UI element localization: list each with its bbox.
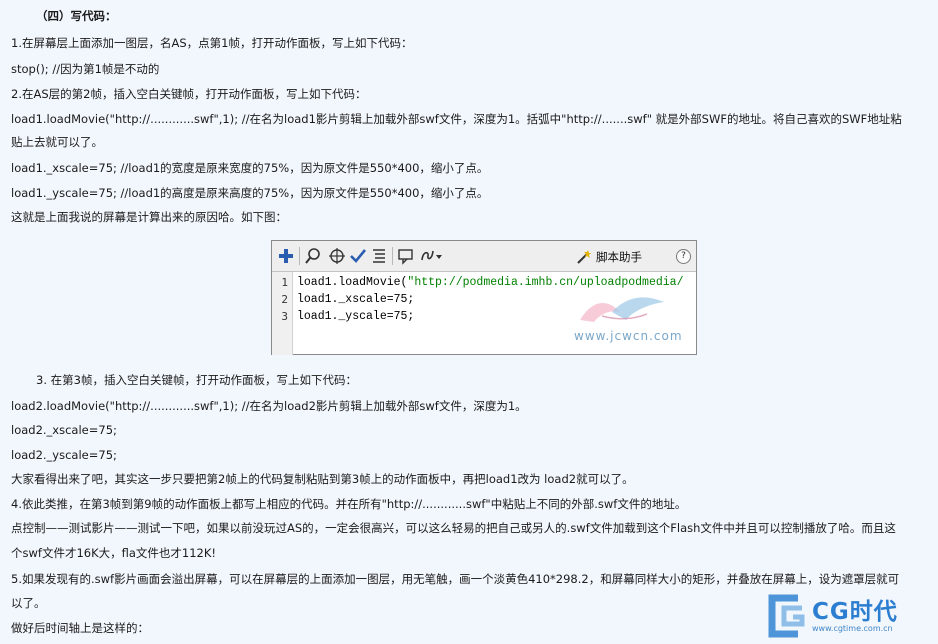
cgtime-logo-url: www.cgtime.com.cn <box>812 624 893 633</box>
script-assist-button[interactable]: 脚本助手 <box>576 249 642 265</box>
script-assist-label: 脚本助手 <box>596 250 642 264</box>
actions-toolbar: 脚本助手 ? <box>272 241 696 272</box>
code-line-1-call: load1.loadMovie( <box>297 276 408 289</box>
toolbar-separator <box>299 247 300 265</box>
cgtime-logo-mark <box>768 594 805 638</box>
find-icon[interactable] <box>304 247 322 265</box>
code-line-2: load1._xscale=75; <box>297 293 415 306</box>
toolbar-separator <box>392 247 393 265</box>
add-icon[interactable] <box>277 247 295 265</box>
paragraph-timeline-intro: 做好后时间轴上是这样的： <box>11 621 149 635</box>
paragraph-step1: 1.在屏幕层上面添加一图层，名AS，点第1帧，打开动作面板，写上如下代码： <box>11 36 413 50</box>
actionscript-panel: 脚本助手 ? 1 2 3 load1.loadMovie("http://pod… <box>271 240 697 355</box>
paragraph-step5: 5.如果发现有的.swf影片画面会溢出屏幕，可以在屏幕层的上面添加一图层，用无笔… <box>11 572 900 586</box>
line-number: 3 <box>281 310 288 323</box>
paragraph-file-size: 个swf文件才16K大，fla文件也才112K! <box>11 546 217 560</box>
script-editor[interactable]: 1 2 3 load1.loadMovie("http://podmedia.i… <box>272 272 696 355</box>
code-xscale-2: load2._xscale=75; <box>11 423 117 437</box>
help-icon[interactable]: ? <box>676 249 691 264</box>
code-hint-icon[interactable] <box>397 247 415 265</box>
auto-format-icon[interactable] <box>370 247 388 265</box>
watermark-bird-graphic <box>580 297 664 322</box>
paragraph-figure-intro: 这就是上面我说的屏幕是计算出来的原因哈。如下图： <box>11 210 287 224</box>
code-xscale-1: load1._xscale=75; //load1的宽度是原来宽度的75%，因为… <box>11 161 489 175</box>
code-line-1-url: "http://podmedia.imhb.cn/uploadpodmedia/ <box>407 276 684 289</box>
cgtime-logo-text: CG时代 <box>812 599 898 625</box>
cgtime-logo: CG时代 www.cgtime.com.cn <box>762 588 938 644</box>
code-loadmovie-2: load2.loadMovie("http://............swf"… <box>11 399 527 413</box>
line-number: 2 <box>281 293 288 306</box>
paragraph-step2: 2.在AS层的第2帧，插入空白关键帧，打开动作面板，写上如下代码： <box>11 87 367 101</box>
code-line-1: load1.loadMovie("http://podmedia.imhb.cn… <box>297 276 683 289</box>
line-number-gutter: 1 2 3 <box>272 272 293 355</box>
line-number: 1 <box>281 276 288 289</box>
paragraph-step4: 4.依此类推，在第3帧到第9帧的动作面板上都写上相应的代码。并在所有"http:… <box>11 497 687 511</box>
debug-options-icon[interactable] <box>419 247 443 265</box>
paragraph-test-movie: 点控制——测试影片——测试一下吧，如果以前没玩过AS的，一定会很高兴，可以这么轻… <box>11 521 896 535</box>
code-loadmovie-1: load1.loadMovie("http://............swf"… <box>11 112 902 126</box>
paragraph-step3: 3. 在第3帧，插入空白关键帧，打开动作面板，写上如下代码： <box>36 373 357 387</box>
code-stop: stop(); //因为第1帧是不动的 <box>11 62 160 76</box>
paragraph-copy-tip: 大家看得出来了吧，其实这一步只要把第2帧上的代码复制粘贴到第3帧上的动作面板中，… <box>11 472 634 486</box>
section-heading: （四）写代码： <box>36 9 117 23</box>
magic-wand-icon <box>577 250 591 264</box>
code-line-3: load1._yscale=75; <box>297 310 415 323</box>
target-icon[interactable] <box>328 247 346 265</box>
watermark-text: www.jcwcn.com <box>574 329 683 343</box>
code-yscale-1: load1._yscale=75; //load1的高度是原来高度的75%，因为… <box>11 186 489 200</box>
paragraph-step5-continuation: 以了。 <box>11 596 46 610</box>
check-syntax-icon[interactable] <box>349 247 367 265</box>
code-yscale-2: load2._yscale=75; <box>11 448 117 462</box>
paragraph-continuation: 贴上去就可以了。 <box>11 135 103 149</box>
